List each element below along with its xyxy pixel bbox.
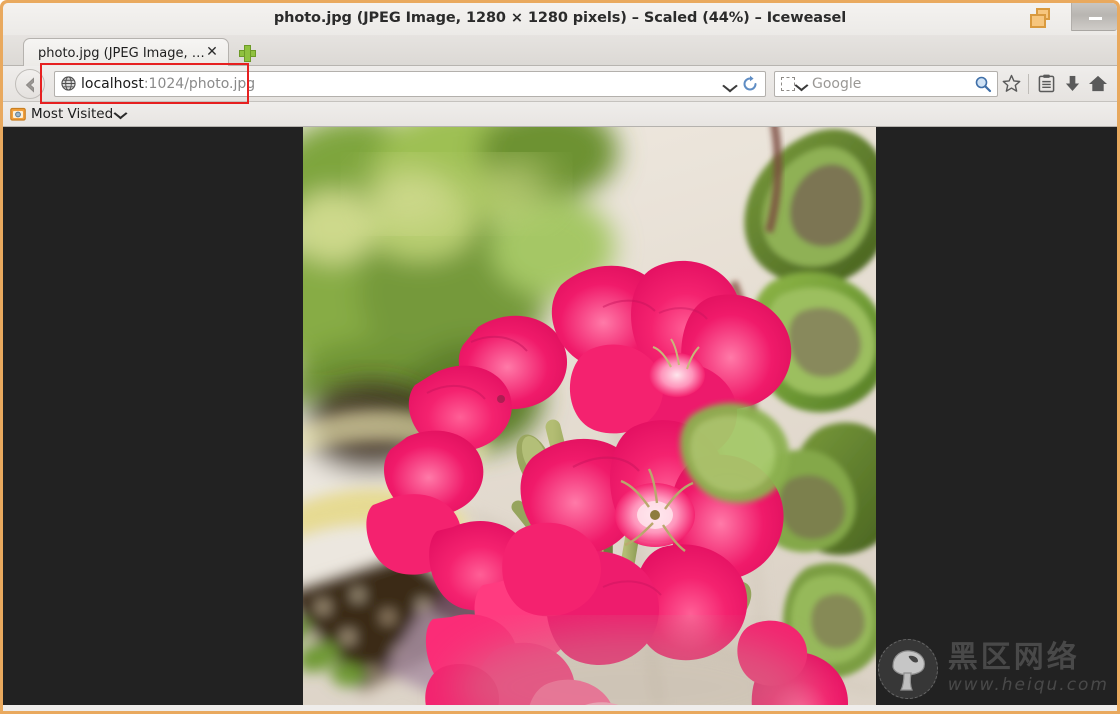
bookmark-star-icon[interactable] xyxy=(998,69,1024,99)
browser-window: photo.jpg (JPEG Image, 1280 × 1280 pixel… xyxy=(0,0,1120,714)
title-bar: photo.jpg (JPEG Image, 1280 × 1280 pixel… xyxy=(3,3,1117,35)
restore-windows-icon[interactable] xyxy=(1029,6,1055,30)
tab-photo-jpg[interactable]: photo.jpg (JPEG Image, … ✕ xyxy=(23,38,229,67)
minimize-button[interactable] xyxy=(1071,3,1117,31)
back-arrow-icon[interactable] xyxy=(15,68,45,99)
search-engine-icon[interactable] xyxy=(781,76,795,91)
bookmarks-toolbar: Most Visited xyxy=(3,102,1117,127)
window-inner: photo.jpg (JPEG Image, 1280 × 1280 pixel… xyxy=(3,3,1117,711)
downloads-icon[interactable] xyxy=(1059,69,1085,99)
watermark: 黑区网络 www.heiqu.com xyxy=(877,639,1109,699)
chevron-down-icon[interactable] xyxy=(795,74,809,94)
star-glyph xyxy=(1002,74,1020,92)
window-controls xyxy=(1029,3,1117,35)
url-text: localhost:1024/photo.jpg xyxy=(81,76,721,92)
tab-label: photo.jpg (JPEG Image, … xyxy=(38,45,204,61)
search-bar[interactable]: Google xyxy=(774,70,998,97)
tab-strip: photo.jpg (JPEG Image, … ✕ xyxy=(3,35,1117,67)
content-viewport: 黑区网络 www.heiqu.com xyxy=(3,127,1117,705)
chevron-down-icon[interactable] xyxy=(115,108,127,120)
bookmarks-folder-icon xyxy=(10,107,26,121)
toolbar-divider xyxy=(1028,73,1029,94)
reload-icon[interactable] xyxy=(739,72,761,96)
restore-square-front xyxy=(1030,14,1046,28)
bookmark-most-visited[interactable]: Most Visited xyxy=(10,106,127,122)
watermark-text: 黑区网络 www.heiqu.com xyxy=(947,640,1109,696)
close-icon[interactable]: ✕ xyxy=(204,45,220,61)
clipboard-glyph xyxy=(1038,74,1054,93)
folder-glyph xyxy=(10,107,26,121)
plus-icon[interactable] xyxy=(239,45,256,62)
magnifier-icon[interactable] xyxy=(974,75,992,93)
watermark-chinese: 黑区网络 xyxy=(947,640,1080,675)
back-arrow-glyph xyxy=(25,76,34,93)
home-icon[interactable] xyxy=(1085,69,1111,99)
watermark-url: www.heiqu.com xyxy=(947,675,1109,695)
navigation-toolbar: localhost:1024/photo.jpg Google xyxy=(3,66,1117,102)
chevron-down-icon[interactable] xyxy=(721,72,739,96)
mushroom-glyph xyxy=(892,650,925,691)
url-path: :1024/photo.jpg xyxy=(143,75,256,92)
search-input[interactable]: Google xyxy=(812,76,974,92)
window-title: photo.jpg (JPEG Image, 1280 × 1280 pixel… xyxy=(273,10,847,26)
mushroom-logo-icon xyxy=(877,639,938,699)
url-host: localhost xyxy=(81,75,144,92)
bookmark-label: Most Visited xyxy=(31,106,114,122)
globe-icon xyxy=(61,76,76,91)
home-glyph xyxy=(1088,75,1108,92)
reload-glyph xyxy=(743,75,757,90)
photo-image[interactable] xyxy=(303,127,876,705)
plus-bar-vertical xyxy=(244,45,251,62)
download-arrow-glyph xyxy=(1065,75,1079,92)
url-bar[interactable]: localhost:1024/photo.jpg xyxy=(54,70,766,97)
photo-render xyxy=(303,127,876,705)
reading-list-icon[interactable] xyxy=(1033,69,1059,99)
